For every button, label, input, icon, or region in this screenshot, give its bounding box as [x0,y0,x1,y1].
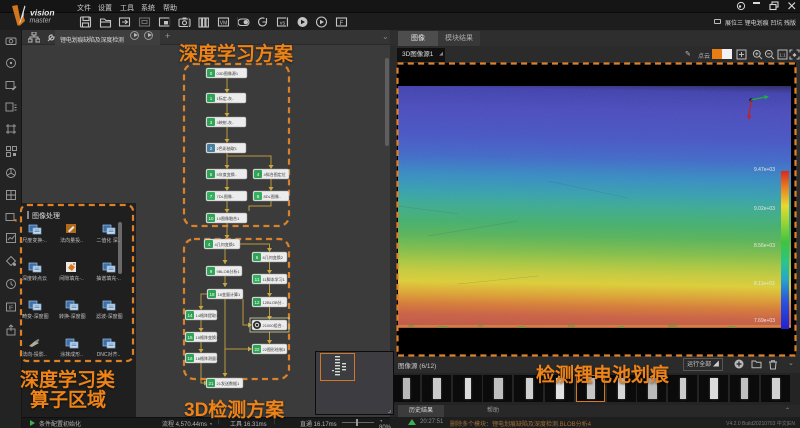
svg-text:18: 18 [209,292,215,297]
svg-text:9BLOB分析1: 9BLOB分析1 [217,268,241,274]
svg-text:16: 16 [187,356,193,361]
svg-text:21: 21 [208,381,214,386]
svg-text:F: F [340,21,344,27]
svg-text:12BLOB分..: 12BLOB分.. [263,299,284,305]
svg-text:1标定-灰..: 1标定-灰.. [217,95,235,101]
svg-text:4拟合图定位: 4拟合图定位 [264,171,286,177]
svg-text:6几何变换2: 6几何变换2 [263,254,284,260]
svg-text:12: 12 [254,300,260,305]
svg-text:2色彩抽取1: 2色彩抽取1 [217,145,238,151]
svg-text:14: 14 [187,313,193,318]
svg-text:11脚本学习1: 11脚本学习1 [263,276,286,282]
svg-text:03D图像源1: 03D图像源1 [217,70,239,76]
svg-text:22: 22 [254,347,260,352]
svg-text:vs: vs [280,21,286,27]
svg-text:8DL图像..: 8DL图像.. [264,193,282,199]
svg-text:3映射-灰..: 3映射-灰.. [217,119,235,125]
svg-text:IF: IF [9,306,15,312]
svg-text:10: 10 [208,216,214,221]
svg-text:4几何变换1: 4几何变换1 [215,241,236,247]
svg-text:1:1: 1:1 [779,53,786,58]
svg-text:11: 11 [255,277,260,282]
svg-text:VM: VM [220,21,228,27]
svg-text:21发送数据1: 21发送数据1 [217,380,240,386]
svg-text:15: 15 [187,335,193,340]
svg-text:18变量计算1: 18变量计算1 [218,291,241,297]
svg-text:master: master [30,18,52,25]
svg-text:22图形绘制3: 22图形绘制3 [263,346,286,352]
svg-text:15格阵变换1: 15格阵变换1 [196,334,219,340]
svg-text:21000组合..: 21000组合.. [263,322,284,328]
svg-text:10图像融合1: 10图像融合1 [217,215,240,221]
svg-text:16格阵测量1: 16格阵测量1 [196,355,219,361]
svg-text:5灰度变换..: 5灰度变换.. [217,171,237,177]
svg-text:vision: vision [30,8,55,18]
svg-text:7DL图像..: 7DL图像.. [217,193,235,199]
svg-text:14格阵提取1: 14格阵提取1 [196,312,219,318]
